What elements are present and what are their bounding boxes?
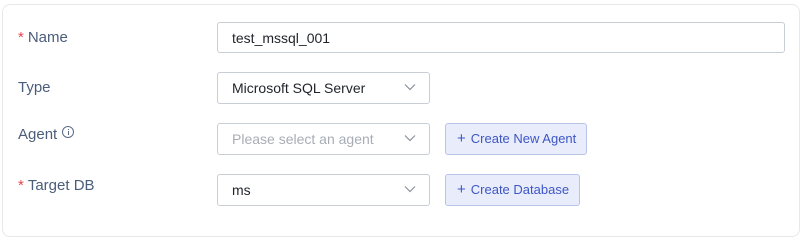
type-label-text: Type — [18, 79, 51, 96]
agent-label-text: Agent — [18, 126, 58, 143]
plus-icon: + — [457, 180, 466, 198]
info-circle-icon[interactable] — [62, 126, 75, 138]
type-select-value: Microsoft SQL Server — [232, 80, 366, 96]
required-mark: * — [18, 29, 24, 46]
type-label: Type — [18, 72, 51, 104]
target-db-row: * Target DB ms + Create Database — [3, 174, 799, 206]
create-new-agent-button[interactable]: + Create New Agent — [445, 123, 588, 155]
target-db-label-text: Target DB — [27, 177, 95, 194]
type-select[interactable]: Microsoft SQL Server — [217, 72, 430, 104]
type-row: Type Microsoft SQL Server — [3, 72, 799, 104]
datasource-form: *Name Type Microsoft SQL Server Agent Pl… — [2, 4, 800, 237]
agent-select-placeholder: Please select an agent — [232, 131, 374, 147]
chevron-down-icon — [404, 84, 416, 91]
target-db-select[interactable]: ms — [217, 174, 430, 206]
chevron-down-icon — [404, 186, 416, 193]
agent-select[interactable]: Please select an agent — [217, 123, 430, 155]
name-label: * Name — [18, 22, 68, 54]
create-database-label: Create Database — [470, 182, 570, 197]
create-database-button[interactable]: + Create Database — [445, 174, 581, 206]
plus-icon: + — [457, 129, 466, 147]
target-db-select-value: ms — [232, 182, 251, 198]
required-mark: * — [18, 177, 24, 194]
create-new-agent-label: Create New Agent — [470, 131, 577, 146]
target-db-label: * Target DB — [18, 170, 95, 202]
chevron-down-icon — [404, 135, 416, 142]
name-label-text: Name — [27, 29, 68, 46]
name-input[interactable] — [217, 22, 785, 53]
agent-row: Agent Please select an agent + Create New… — [3, 123, 799, 155]
agent-label: Agent — [18, 119, 75, 151]
name-row: * Name — [3, 22, 799, 54]
